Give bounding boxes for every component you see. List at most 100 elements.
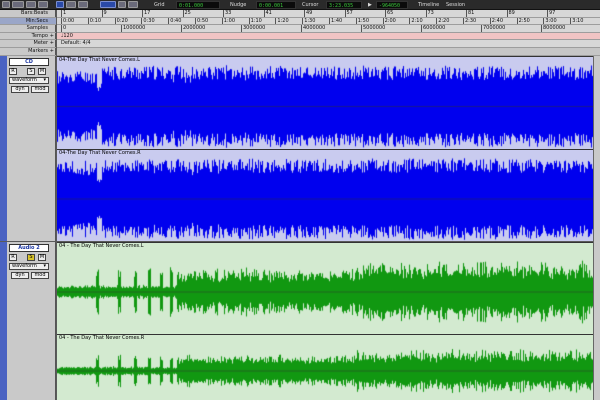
markers-ruler[interactable] xyxy=(57,48,600,56)
meter-marker[interactable]: Default: 4/4 xyxy=(61,40,91,47)
waveform xyxy=(57,335,593,400)
ruler-tick: 2:40 xyxy=(489,17,504,25)
edit-mode-button[interactable] xyxy=(12,1,24,8)
ruler-tick: 3:00 xyxy=(543,17,557,25)
ruler-tick: 3:10 xyxy=(570,17,584,25)
bars-beats-ruler[interactable]: 1 9 17 25 33 41 49 57 65 73 81 89 97 xyxy=(57,10,600,18)
record-enable-button[interactable]: R xyxy=(9,254,17,261)
tab-to-transient-button[interactable] xyxy=(118,1,126,8)
min-secs-ruler[interactable]: 0:00 0:10 0:20 0:30 0:40 0:50 1:00 1:10 1:20 1:30… xyxy=(57,17,600,26)
ruler-label-meter[interactable]: Meter + xyxy=(0,40,56,48)
timeline-label[interactable]: Timeline xyxy=(418,1,439,9)
ruler-label-bars-beats[interactable]: Bars:Beats xyxy=(0,10,56,18)
trim-tool-button[interactable] xyxy=(26,1,36,8)
chevron-down-icon: ▾ xyxy=(43,263,46,269)
ruler-tick: 65 xyxy=(385,10,394,17)
ruler-label-markers[interactable]: Markers + xyxy=(0,48,56,56)
grabber-tool-button[interactable] xyxy=(56,1,64,8)
waveform xyxy=(57,57,593,149)
track-name[interactable]: CD xyxy=(9,58,49,66)
ruler-tick: 7000000 xyxy=(481,25,506,32)
ruler-tick: 2:10 xyxy=(409,17,423,25)
vertical-scrollbar[interactable] xyxy=(593,56,600,400)
grid-label: Grid xyxy=(154,2,165,8)
dyn-button[interactable]: dyn xyxy=(11,86,29,93)
ruler-tick: 1:00 xyxy=(221,17,236,25)
region-name: 04-The Day That Never Comes.R xyxy=(59,150,141,156)
ruler-tick: 49 xyxy=(304,10,313,17)
ruler-tick: 1:10 xyxy=(248,17,262,25)
ruler-tick: 4000000 xyxy=(301,25,326,32)
ruler-tick: 0:30 xyxy=(141,17,155,25)
ruler-tick: 89 xyxy=(506,10,515,17)
ruler-tick: 17 xyxy=(142,10,151,17)
tempo-ruler[interactable]: ♩120 xyxy=(57,32,600,41)
ruler-tick: 5000000 xyxy=(361,25,386,32)
solo-button[interactable]: S xyxy=(27,254,35,261)
grid-value[interactable]: 0:01.000 xyxy=(176,1,220,9)
audio-region-right[interactable]: 04 - The Day That Never Comes.R xyxy=(57,334,593,400)
selector-tool-button[interactable] xyxy=(38,1,48,8)
cursor-readout-value: -964050 xyxy=(376,1,408,9)
timeline-rulers[interactable]: 1 9 17 25 33 41 49 57 65 73 81 89 97 0:00 0:10 0:20 0:3… xyxy=(57,10,600,56)
waveform xyxy=(57,243,593,334)
solo-button[interactable]: S xyxy=(27,68,35,75)
region-name: 04 - The Day That Never Comes.L xyxy=(59,243,144,249)
ruler-tick: 1:20 xyxy=(275,17,289,25)
dyn-button[interactable]: dyn xyxy=(11,272,29,279)
nudge-value[interactable]: 0:00.001 xyxy=(256,1,296,9)
smart-tool-button[interactable] xyxy=(78,1,88,8)
ruler-tick: 9 xyxy=(101,10,107,17)
cursor-value: 3:23.035 xyxy=(326,1,362,9)
ruler-tick: 73 xyxy=(425,10,434,17)
mirror-edit-button[interactable] xyxy=(128,1,138,8)
add-marker-icon[interactable]: + xyxy=(50,48,54,56)
edit-toolbar: Grid 0:01.000 Nudge 0:00.001 Cursor 3:23… xyxy=(0,0,600,10)
add-meter-icon[interactable]: + xyxy=(50,40,54,48)
pencil-tool-button[interactable] xyxy=(66,1,76,8)
track-header-audio-2: Audio 2 R S M waveform ▾ dyn mod xyxy=(0,242,56,400)
mod-button[interactable]: mod xyxy=(31,272,49,279)
ruler-labels: Bars:Beats Min:Secs Samples Tempo + Meter… xyxy=(0,10,56,56)
ruler-tick: 8000000 xyxy=(541,25,566,32)
ruler-tick: 0:50 xyxy=(195,17,209,25)
ruler-label-min-secs[interactable]: Min:Secs xyxy=(0,17,56,26)
track-color-strip xyxy=(0,242,7,400)
mute-button[interactable]: M xyxy=(38,254,46,261)
zoom-preset-button[interactable] xyxy=(2,1,10,8)
ruler-tick: 41 xyxy=(263,10,272,17)
ruler-tick: 0 xyxy=(61,25,67,32)
ruler-tick: 3000000 xyxy=(241,25,266,32)
track-name[interactable]: Audio 2 xyxy=(9,244,49,252)
region-name: 04-The Day That Never Comes.L xyxy=(59,57,140,63)
ruler-tick: 25 xyxy=(182,10,191,17)
ruler-tick: 2:00 xyxy=(382,17,396,25)
record-enable-button[interactable]: R xyxy=(9,68,17,75)
ruler-tick: 1:40 xyxy=(329,17,343,25)
cursor-label: Cursor xyxy=(302,2,319,8)
samples-ruler[interactable]: 0 1000000 2000000 3000000 4000000 5000000 6000… xyxy=(57,25,600,33)
session-label[interactable]: Session xyxy=(446,1,465,9)
add-tempo-icon[interactable]: + xyxy=(50,33,54,41)
tempo-marker[interactable]: ♩120 xyxy=(61,33,73,40)
ruler-label-samples[interactable]: Samples xyxy=(0,25,56,33)
audio-region-right[interactable]: 04-The Day That Never Comes.R xyxy=(57,149,593,241)
ruler-tick: 0:40 xyxy=(168,17,182,25)
ruler-tick: 81 xyxy=(466,10,475,17)
ruler-tick: 57 xyxy=(344,10,353,17)
track-view-selector[interactable]: waveform ▾ xyxy=(9,77,49,84)
ruler-tick: 2:20 xyxy=(436,17,450,25)
waveform xyxy=(57,150,593,241)
track-view-selector[interactable]: waveform ▾ xyxy=(9,263,49,270)
ruler-label-tempo[interactable]: Tempo + xyxy=(0,33,56,41)
ruler-tick: 6000000 xyxy=(421,25,446,32)
audio-region-left[interactable]: 04 - The Day That Never Comes.L xyxy=(57,242,593,334)
audio-region-left[interactable]: 04-The Day That Never Comes.L xyxy=(57,56,593,149)
link-selection-button[interactable] xyxy=(100,1,116,8)
mute-button[interactable]: M xyxy=(38,68,46,75)
ruler-tick: 1000000 xyxy=(121,25,146,32)
nudge-label: Nudge xyxy=(230,2,247,8)
mod-button[interactable]: mod xyxy=(31,86,49,93)
ruler-tick: 0:10 xyxy=(87,17,102,25)
meter-ruler[interactable]: Default: 4/4 xyxy=(57,40,600,48)
